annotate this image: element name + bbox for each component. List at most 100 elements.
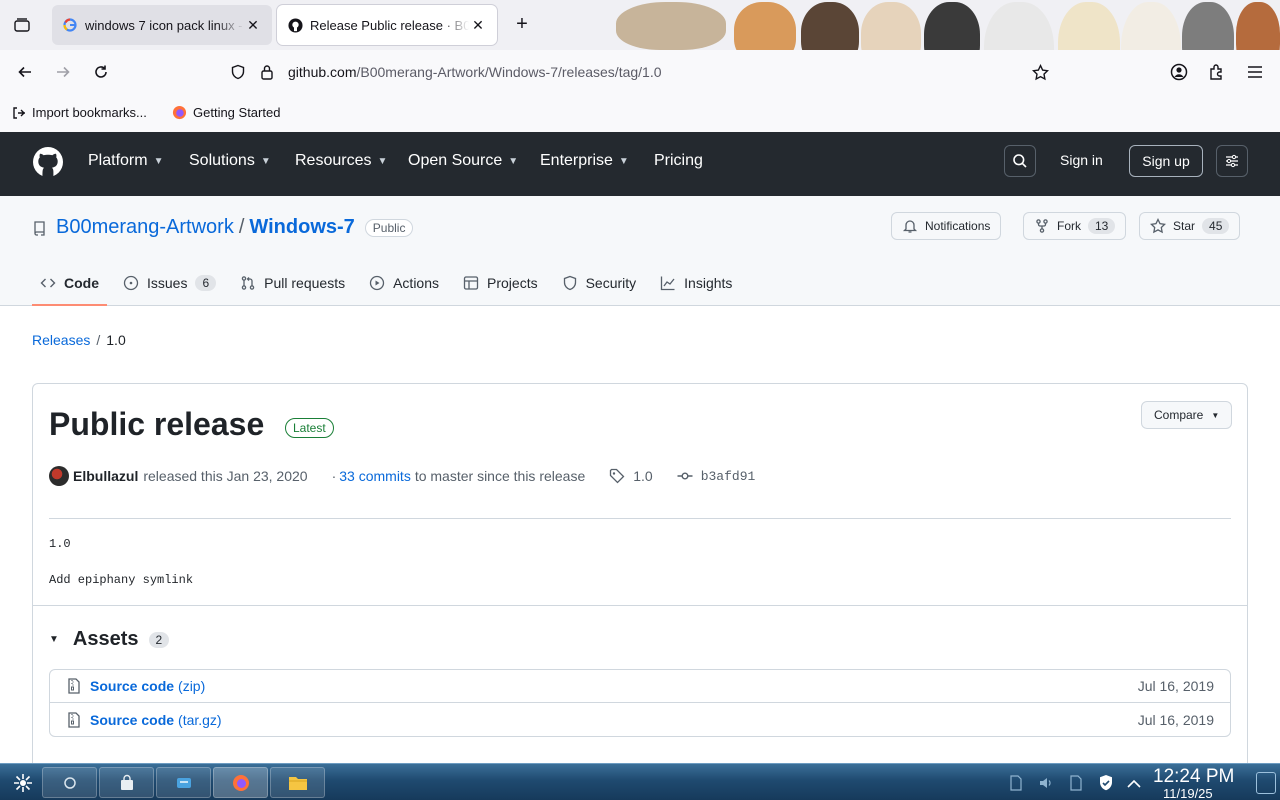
menu-label: Pricing: [654, 152, 703, 169]
breadcrumb: Releases / 1.0: [32, 332, 126, 348]
menu-resources[interactable]: Resources ▼: [295, 152, 387, 170]
latest-badge: Latest: [285, 418, 334, 438]
back-arrow-icon: [18, 66, 31, 78]
chevron-up-icon[interactable]: [1124, 773, 1144, 793]
github-logo-icon[interactable]: [32, 146, 64, 178]
sliders-icon: [1226, 154, 1238, 168]
github-icon: [287, 17, 303, 33]
close-tab-icon[interactable]: ✕: [244, 16, 262, 34]
play-icon: [369, 275, 385, 291]
tracking-protection-shield-icon[interactable]: [230, 64, 246, 85]
star-button[interactable]: Star 45: [1139, 212, 1241, 240]
new-tab-button[interactable]: +: [510, 13, 534, 37]
fork-button[interactable]: Fork 13: [1023, 212, 1127, 240]
taskbar-app-1[interactable]: [42, 767, 97, 798]
app-menu-button[interactable]: [1243, 60, 1267, 84]
asset-row[interactable]: Source code (tar.gz) Jul 16, 2019: [50, 703, 1230, 736]
tab-projects[interactable]: Projects: [455, 268, 546, 298]
back-button[interactable]: [13, 60, 37, 84]
volume-icon[interactable]: [1036, 773, 1056, 793]
author-link[interactable]: Elbullazul: [73, 468, 138, 484]
bookmark-import[interactable]: Import bookmarks...: [12, 105, 147, 120]
tab-label: Projects: [487, 275, 538, 291]
tab-title: windows 7 icon pack linux - Google Searc…: [85, 17, 244, 33]
account-icon: [1170, 63, 1188, 81]
tab-label: Pull requests: [264, 275, 346, 291]
notifications-button[interactable]: Notifications: [891, 212, 1002, 240]
tag-link[interactable]: 1.0: [633, 468, 652, 484]
asset-ext[interactable]: (zip): [178, 678, 205, 694]
taskbar-app-store[interactable]: [99, 767, 154, 798]
avatar[interactable]: [49, 466, 69, 486]
menu-pricing[interactable]: Pricing: [654, 152, 703, 170]
url-bar[interactable]: github.com/B00merang-Artwork/Windows-7/r…: [222, 56, 1062, 88]
repository-title: B00merang-Artwork / Windows-7 Public: [32, 216, 414, 239]
tab-issues[interactable]: Issues 6: [115, 268, 224, 298]
list-all-tabs-button[interactable]: [10, 14, 34, 36]
clipboard-icon[interactable]: [1066, 773, 1086, 793]
forward-button[interactable]: [51, 60, 75, 84]
tab-insights[interactable]: Insights: [652, 268, 740, 298]
menu-platform[interactable]: Platform ▼: [88, 152, 163, 170]
clock-date[interactable]: 11/19/25: [1163, 786, 1213, 800]
star-count: 45: [1202, 218, 1230, 234]
clock-time[interactable]: 12:24 PM: [1153, 766, 1234, 788]
menu-open-source[interactable]: Open Source ▼: [408, 152, 518, 170]
chevron-down-icon: ▼: [153, 155, 164, 167]
assets-toggle[interactable]: ▼ Assets 2: [49, 628, 170, 651]
compare-dropdown[interactable]: Compare ▼: [1141, 401, 1233, 429]
tab-google-search[interactable]: windows 7 icon pack linux - Google Searc…: [52, 5, 272, 45]
document-icon[interactable]: [1006, 773, 1026, 793]
bookmark-star-icon[interactable]: [1031, 63, 1050, 86]
divider: [49, 518, 1231, 519]
asset-link[interactable]: Source code: [90, 678, 174, 694]
lock-icon[interactable]: [260, 64, 274, 85]
start-button[interactable]: [6, 767, 40, 798]
repo-name-link[interactable]: Windows-7: [249, 216, 354, 239]
url-text[interactable]: github.com/B00merang-Artwork/Windows-7/r…: [288, 64, 662, 80]
asset-ext[interactable]: (tar.gz): [178, 712, 222, 728]
taskbar-app-firefox[interactable]: [213, 767, 268, 798]
chevron-down-icon: ▼: [377, 155, 388, 167]
extensions-button[interactable]: [1205, 60, 1229, 84]
tab-title: Release Public release · B00merang-Artwo…: [310, 17, 469, 33]
tab-label: Issues: [147, 275, 188, 291]
taskbar-app-files-manager[interactable]: [156, 767, 211, 798]
reload-button[interactable]: [89, 60, 113, 84]
commits-suffix: to master since this release: [414, 468, 586, 484]
show-desktop-button[interactable]: [1256, 772, 1276, 794]
menu-enterprise[interactable]: Enterprise ▼: [540, 152, 629, 170]
forward-arrow-icon: [57, 66, 70, 78]
releases-link[interactable]: Releases: [32, 332, 90, 348]
tab-security[interactable]: Security: [554, 268, 645, 298]
circle-app-icon: [63, 776, 76, 789]
assets-count: 2: [148, 631, 170, 648]
hamburger-menu-icon: [1248, 66, 1262, 78]
sign-up-button[interactable]: Sign up: [1129, 145, 1203, 177]
commit-sha-link[interactable]: b3afd91: [701, 469, 756, 484]
taskbar-app-explorer[interactable]: [270, 767, 325, 798]
close-tab-icon[interactable]: ✕: [469, 16, 487, 34]
commits-link[interactable]: 33 commits: [339, 468, 411, 484]
menu-label: Enterprise: [540, 152, 613, 169]
table-icon: [463, 276, 479, 290]
tab-label: Insights: [684, 275, 733, 291]
tab-pull-requests[interactable]: Pull requests: [232, 268, 353, 298]
repo-owner-link[interactable]: B00merang-Artwork: [56, 216, 234, 239]
chevron-down-icon: ▼: [508, 155, 519, 167]
asset-link[interactable]: Source code: [90, 712, 174, 728]
browser-nav-bar: github.com/B00merang-Artwork/Windows-7/r…: [0, 50, 1280, 94]
shopping-bag-icon: [120, 774, 133, 790]
search-button[interactable]: [1004, 145, 1036, 177]
sign-in-link[interactable]: Sign in: [1060, 152, 1103, 168]
tab-actions[interactable]: Actions: [361, 268, 447, 298]
tab-code[interactable]: Code: [32, 268, 107, 306]
security-shield-icon[interactable]: [1096, 773, 1116, 793]
side-menu-button[interactable]: [1216, 145, 1248, 177]
google-icon: [62, 17, 78, 33]
menu-solutions[interactable]: Solutions ▼: [189, 152, 271, 170]
asset-row[interactable]: Source code (zip) Jul 16, 2019: [50, 670, 1230, 703]
account-button[interactable]: [1167, 60, 1191, 84]
tab-github-release[interactable]: Release Public release · B00merang-Artwo…: [277, 5, 497, 45]
bookmark-getting-started[interactable]: Getting Started: [172, 105, 280, 120]
